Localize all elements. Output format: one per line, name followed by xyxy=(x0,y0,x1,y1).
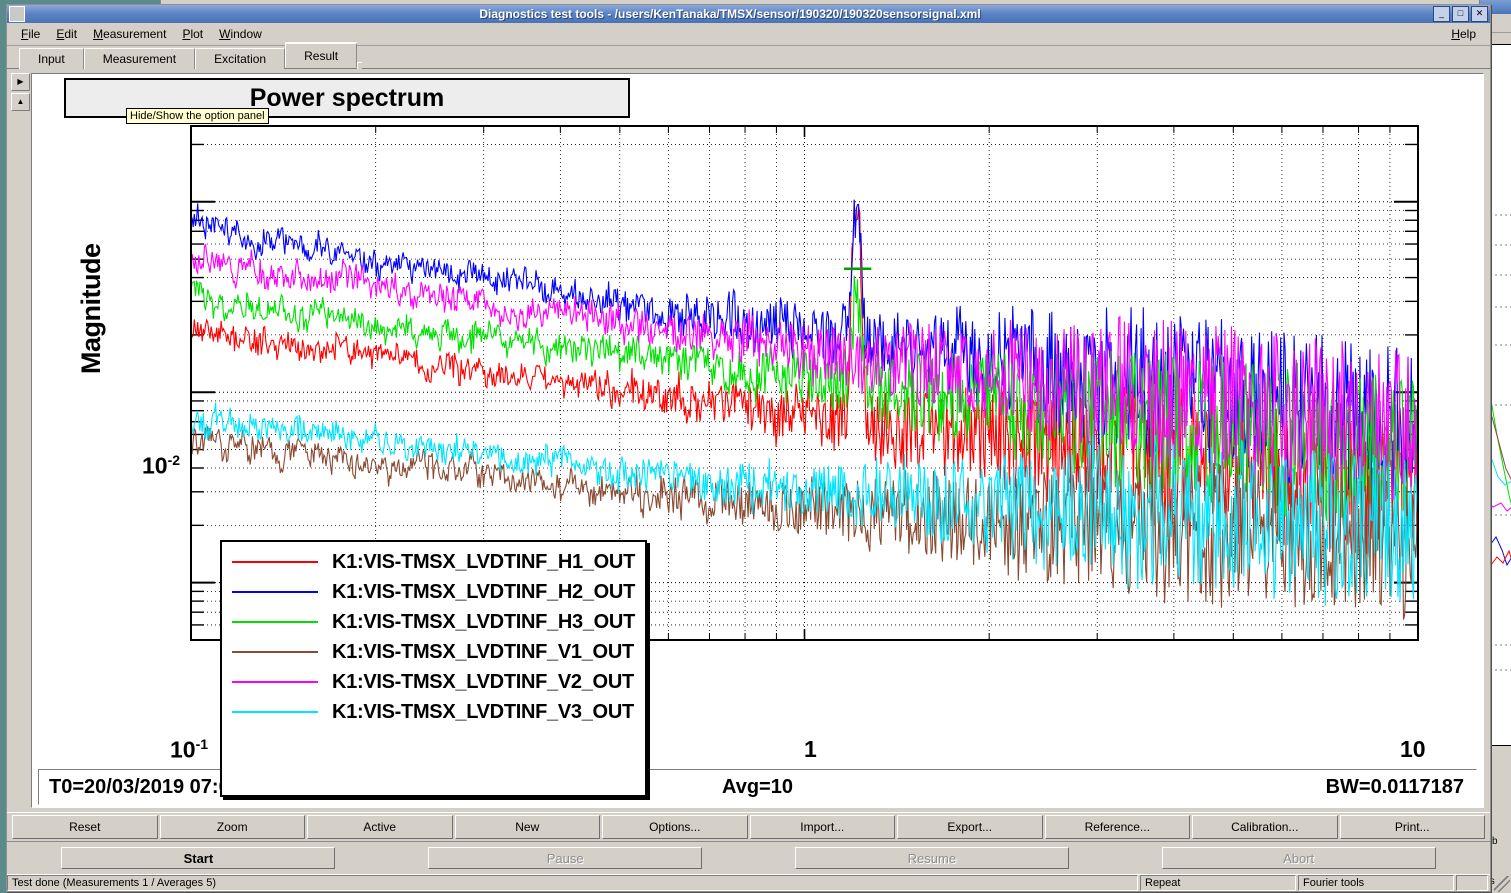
main-window: Diagnostics test tools - /users/KenTanak… xyxy=(6,4,1491,892)
legend-item[interactable]: K1:VIS-TMSX_LVDTINF_V2_OUT xyxy=(226,667,635,697)
legend-swatch-h1 xyxy=(232,561,318,563)
info-bw: BW=0.0117187 xyxy=(1325,775,1464,798)
menu-measurement[interactable]: Measurement xyxy=(85,25,174,43)
status-bar: Test done (Measurements 1 / Averages 5) … xyxy=(7,874,1490,891)
legend-label-h1: K1:VIS-TMSX_LVDTINF_H1_OUT xyxy=(332,550,635,573)
run-control-row: Start Pause Resume Abort xyxy=(7,841,1490,874)
legend-swatch-v2 xyxy=(232,681,318,683)
title-bar[interactable]: Diagnostics test tools - /users/KenTanak… xyxy=(7,5,1490,23)
legend-item[interactable]: K1:VIS-TMSX_LVDTINF_H2_OUT xyxy=(226,577,635,607)
legend-label-h3: K1:VIS-TMSX_LVDTINF_H3_OUT xyxy=(332,610,635,633)
tab-strip: Input Measurement Excitation Result xyxy=(7,43,1490,69)
minimize-button[interactable]: _ xyxy=(1433,6,1450,22)
screen: File Edit Measurement Plot Window p xyxy=(0,0,1511,893)
pause-cell: Pause xyxy=(382,847,749,869)
legend-item[interactable]: K1:VIS-TMSX_LVDTINF_H3_OUT xyxy=(226,607,635,637)
abort-button[interactable]: Abort xyxy=(1161,847,1436,869)
legend-label-h2: K1:VIS-TMSX_LVDTINF_H2_OUT xyxy=(332,580,635,603)
option-panel-toggle-group: ▶ ▲ xyxy=(11,73,30,111)
reference-button[interactable]: Reference... xyxy=(1044,815,1190,839)
plot-canvas[interactable]: Power spectrum Hide/Show the option pane… xyxy=(31,73,1484,808)
menu-file[interactable]: File xyxy=(13,25,48,43)
reset-button[interactable]: Reset xyxy=(12,815,158,839)
menu-bar: File Edit Measurement Plot Window Help xyxy=(7,23,1490,46)
menu-edit[interactable]: Edit xyxy=(48,25,85,43)
start-cell: Start xyxy=(15,847,382,869)
system-menu-icon[interactable] xyxy=(9,6,25,22)
start-button[interactable]: Start xyxy=(61,847,336,869)
tab-input[interactable]: Input xyxy=(19,48,84,69)
status-fourier-tools: Fourier tools xyxy=(1298,875,1454,891)
legend-item[interactable]: K1:VIS-TMSX_LVDTINF_V1_OUT xyxy=(226,637,635,667)
abort-cell: Abort xyxy=(1115,847,1482,869)
legend-item[interactable]: K1:VIS-TMSX_LVDTINF_V3_OUT xyxy=(226,697,635,727)
legend-label-v2: K1:VIS-TMSX_LVDTINF_V2_OUT xyxy=(332,670,634,693)
window-title: Diagnostics test tools - /users/KenTanak… xyxy=(479,7,981,21)
tab-strip-endcap xyxy=(357,62,363,69)
calibration-button[interactable]: Calibration... xyxy=(1192,815,1338,839)
legend-swatch-v3 xyxy=(232,711,318,713)
option-panel-tooltip: Hide/Show the option panel xyxy=(126,108,269,124)
plot-legend[interactable]: K1:VIS-TMSX_LVDTINF_H1_OUT K1:VIS-TMSX_L… xyxy=(220,540,647,797)
import-button[interactable]: Import... xyxy=(749,815,895,839)
pause-button[interactable]: Pause xyxy=(428,847,703,869)
legend-label-v1: K1:VIS-TMSX_LVDTINF_V1_OUT xyxy=(332,640,634,663)
status-grip xyxy=(1456,875,1488,891)
active-button[interactable]: Active xyxy=(307,815,453,839)
window-controls: _ □ ✕ xyxy=(1433,6,1488,22)
new-button[interactable]: New xyxy=(454,815,600,839)
status-message: Test done (Measurements 1 / Averages 5) xyxy=(7,875,1138,891)
close-button[interactable]: ✕ xyxy=(1471,6,1488,22)
legend-item[interactable]: K1:VIS-TMSX_LVDTINF_H1_OUT xyxy=(226,547,635,577)
result-panel: ▶ ▲ Power spectrum Hide/Show the option … xyxy=(7,69,1490,812)
legend-swatch-v1 xyxy=(232,651,318,653)
resume-button[interactable]: Resume xyxy=(794,847,1069,869)
tab-excitation[interactable]: Excitation xyxy=(195,48,286,69)
zoom-button[interactable]: Zoom xyxy=(159,815,305,839)
legend-label-v3: K1:VIS-TMSX_LVDTINF_V3_OUT xyxy=(332,700,634,723)
maximize-button[interactable]: □ xyxy=(1452,6,1469,22)
plot-title: Power spectrum xyxy=(249,83,445,112)
export-button[interactable]: Export... xyxy=(897,815,1043,839)
background-window-menubar: File Edit Measurement Plot Window xyxy=(161,0,407,1)
toolbar-button-row: Reset Zoom Active New Options... Import.… xyxy=(7,812,1490,841)
legend-swatch-h3 xyxy=(232,621,318,623)
expand-option-panel-button[interactable]: ▶ xyxy=(11,73,30,91)
status-repeat: Repeat xyxy=(1140,875,1296,891)
tab-result[interactable]: Result xyxy=(285,43,358,68)
resize-grip[interactable] xyxy=(1494,876,1510,892)
collapse-option-panel-button[interactable]: ▲ xyxy=(11,93,30,111)
menu-help[interactable]: Help xyxy=(1443,25,1484,43)
resume-cell: Resume xyxy=(749,847,1116,869)
options-button[interactable]: Options... xyxy=(602,815,748,839)
legend-swatch-h2 xyxy=(232,591,318,593)
menu-window[interactable]: Window xyxy=(211,25,270,43)
tab-measurement[interactable]: Measurement xyxy=(83,48,196,69)
menu-plot[interactable]: Plot xyxy=(174,25,211,43)
print-button[interactable]: Print... xyxy=(1339,815,1485,839)
